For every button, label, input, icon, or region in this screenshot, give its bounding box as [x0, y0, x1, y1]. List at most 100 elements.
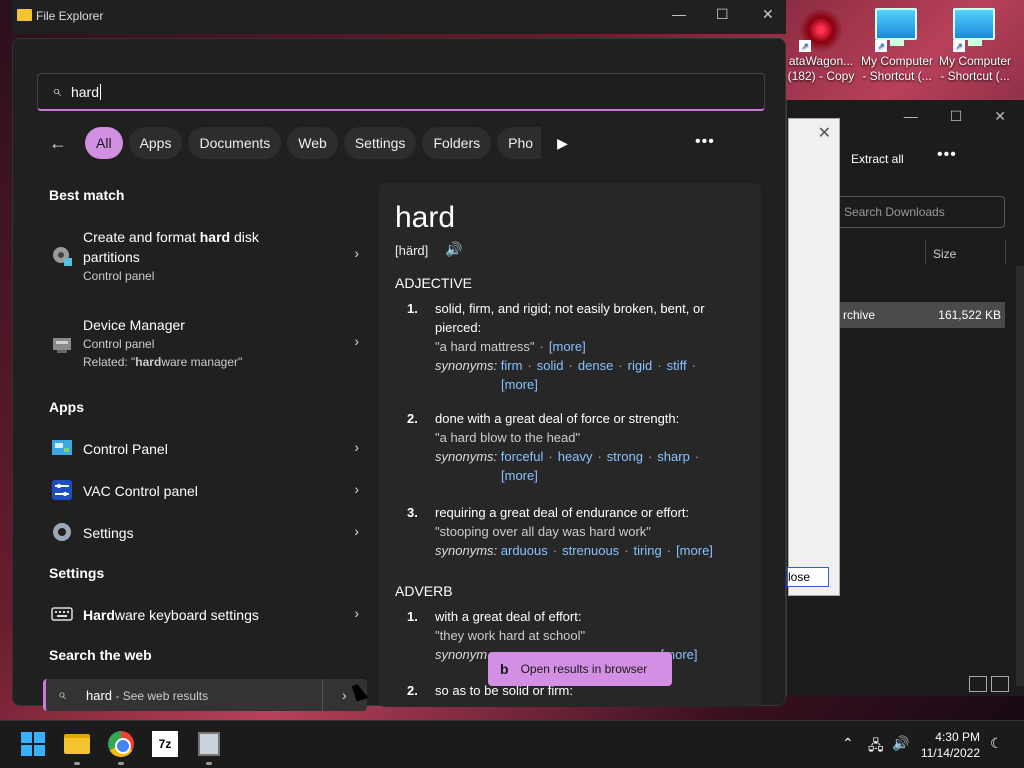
taskbar-chrome[interactable]	[106, 729, 136, 765]
chrome-icon	[108, 731, 134, 757]
start-button[interactable]	[18, 729, 48, 759]
desktop-icon-my-computer-1[interactable]: ↗ My Computer - Shortcut (...	[858, 8, 936, 84]
chevron-right-icon[interactable]: ›	[354, 333, 359, 349]
open-in-browser-label: Open results in browser	[520, 662, 648, 676]
open-in-browser-button[interactable]: b Open results in browser	[488, 652, 672, 686]
setting-label: Hardware keyboard settings	[83, 607, 259, 623]
back-arrow-icon[interactable]: ←	[49, 133, 67, 154]
synonym-link[interactable]: firm	[501, 358, 523, 373]
volume-icon[interactable]: 🔊	[892, 735, 909, 752]
desktop-icon-my-computer-2[interactable]: ↗ My Computer - Shortcut (...	[936, 8, 1014, 84]
shortcut-arrow-icon: ↗	[799, 40, 811, 52]
7zip-icon: 7z	[152, 731, 178, 757]
synonym-link[interactable]: heavy	[558, 449, 593, 464]
result-device-manager[interactable]: Device Manager Control panel Related: "h…	[43, 315, 359, 371]
running-indicator	[74, 762, 80, 765]
filter-apps[interactable]: Apps	[128, 127, 183, 159]
vac-sliders-icon	[51, 479, 73, 501]
synonym-link[interactable]: stiff	[667, 358, 687, 373]
filter-settings[interactable]: Settings	[343, 127, 417, 159]
file-name: rchive	[843, 308, 876, 322]
more-options-button[interactable]: •••	[937, 146, 957, 164]
star-logo-icon: ↗	[799, 8, 843, 52]
more-link[interactable]: [more]	[501, 377, 538, 392]
filter-web[interactable]: Web	[287, 127, 338, 159]
close-icon[interactable]: ✕	[994, 108, 1006, 125]
filter-folders[interactable]: Folders	[422, 127, 492, 159]
synonym-link[interactable]: sharp	[657, 449, 690, 464]
result-related: Related: "hardware manager"	[83, 355, 243, 369]
shortcut-arrow-icon: ↗	[953, 40, 965, 52]
definition-adj-3: 3. requiring a great deal of endurance o…	[395, 503, 745, 565]
app-vac-control-panel[interactable]: VAC Control panel ›	[43, 479, 359, 503]
filter-documents[interactable]: Documents	[188, 127, 282, 159]
taskbar: 7z ⌃ 🖧 🔊 4:30 PM 11/14/2022 ☾	[0, 720, 1024, 768]
synonym-link[interactable]: arduous	[501, 543, 548, 558]
example-line: "a hard blow to the head"	[435, 430, 581, 445]
chevron-right-icon[interactable]: ›	[354, 523, 359, 539]
network-icon[interactable]: 🖧	[868, 735, 884, 759]
minimize-icon[interactable]: —	[904, 108, 918, 125]
extract-all-button[interactable]: Extract all	[851, 152, 904, 166]
filter-photos[interactable]: Pho	[497, 127, 542, 159]
speaker-icon[interactable]: 🔊	[445, 241, 462, 258]
synonym-link[interactable]: solid	[537, 358, 564, 373]
setting-hardware-keyboard[interactable]: Hardware keyboard settings ›	[43, 603, 359, 627]
taskbar-file-explorer[interactable]	[62, 729, 92, 765]
file-explorer-titlebar[interactable]: File Explorer — ☐ ✕	[12, 0, 786, 34]
result-title: Create and format hard disk partitions	[83, 229, 259, 265]
web-result-item[interactable]: ⌕ hard - See web results ›	[43, 679, 367, 711]
app-label: Settings	[83, 525, 134, 541]
chevron-up-icon[interactable]: ⌃	[842, 735, 854, 752]
result-disk-partitions[interactable]: Create and format hard disk partitions C…	[43, 227, 359, 283]
synonym-link[interactable]: strenuous	[562, 543, 619, 558]
taskbar-archiver[interactable]	[194, 729, 224, 765]
chevron-right-icon[interactable]: ›	[342, 687, 347, 703]
settings-header: Settings	[49, 565, 105, 581]
maximize-button[interactable]: ☐	[716, 6, 729, 23]
close-icon[interactable]: ✕	[818, 123, 831, 143]
synonym-link[interactable]: rigid	[628, 358, 653, 373]
sense-number: 3.	[407, 505, 418, 520]
example-line: "they work hard at school"	[435, 628, 586, 643]
desktop-icon-label: ataWagon... (182) - Copy	[787, 54, 855, 83]
desktop-icon-datawagon[interactable]: ↗ ataWagon... (182) - Copy	[782, 8, 860, 84]
scrollbar[interactable]	[1016, 266, 1024, 686]
synonym-link[interactable]: forceful	[501, 449, 544, 464]
taskbar-7zip[interactable]: 7z	[150, 729, 180, 759]
filter-all[interactable]: All	[85, 127, 123, 159]
more-link[interactable]: [more]	[676, 543, 713, 558]
windows-logo-icon	[18, 729, 48, 759]
minimize-button[interactable]: —	[672, 6, 686, 22]
system-clock[interactable]: 4:30 PM 11/14/2022	[918, 729, 980, 761]
size-column-header[interactable]: Size	[933, 247, 956, 261]
scroll-filters-right-icon[interactable]: ▶	[557, 135, 568, 152]
more-link[interactable]: [more]	[501, 468, 538, 483]
close-button[interactable]: ✕	[762, 6, 774, 23]
maximize-icon[interactable]: ☐	[950, 108, 963, 125]
app-settings[interactable]: Settings ›	[43, 521, 359, 545]
synonyms-line: synonyms: forceful · heavy · strong · sharp ·	[435, 449, 700, 464]
more-options-button[interactable]: •••	[695, 133, 715, 151]
synonym-link[interactable]: dense	[578, 358, 613, 373]
search-input[interactable]: ⌕ hard	[37, 73, 765, 111]
focus-assist-moon-icon[interactable]: ☾	[990, 735, 1003, 752]
chevron-right-icon[interactable]: ›	[354, 481, 359, 497]
chevron-right-icon[interactable]: ›	[354, 245, 359, 261]
chevron-right-icon[interactable]: ›	[354, 439, 359, 455]
synonym-link[interactable]: tiring	[634, 543, 662, 558]
app-control-panel[interactable]: Control Panel ›	[43, 437, 359, 461]
more-link[interactable]: [more]	[549, 339, 586, 354]
definition-text: with a great deal of effort:	[435, 609, 582, 624]
tiles-view-icon[interactable]	[991, 676, 1009, 692]
search-downloads-input[interactable]: Search Downloads	[837, 196, 1005, 228]
definition-text: solid, firm, and rigid; not easily broke…	[435, 301, 705, 335]
details-view-icon[interactable]	[969, 676, 987, 692]
chevron-right-icon[interactable]: ›	[354, 605, 359, 621]
file-row[interactable]: rchive 161,522 KB	[839, 302, 1005, 328]
clock-time: 4:30 PM	[935, 730, 980, 744]
sense-number: 1.	[407, 609, 418, 624]
result-title: Device Manager	[83, 317, 185, 333]
synonym-link[interactable]: strong	[607, 449, 643, 464]
dialog-close-button[interactable]: lose	[787, 567, 829, 587]
